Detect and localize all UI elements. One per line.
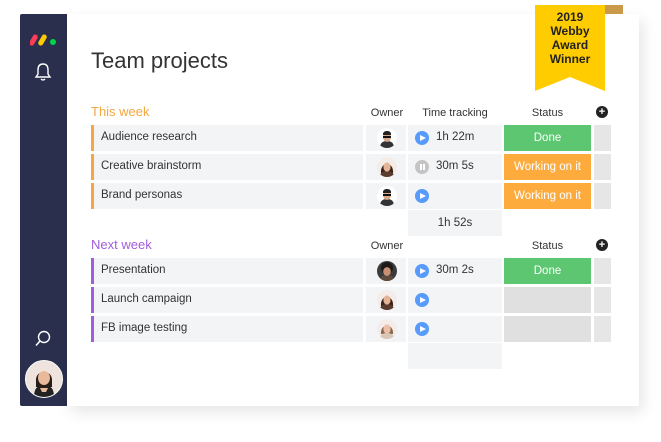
owner-avatar	[377, 319, 397, 339]
owner-cell[interactable]	[366, 316, 406, 342]
status-cell[interactable]	[504, 287, 591, 313]
time-total-cell	[408, 343, 502, 369]
column-status[interactable]: Status	[504, 107, 591, 119]
bell-icon[interactable]	[34, 62, 52, 82]
badge-line-year: 2019	[556, 10, 584, 24]
extra-cell[interactable]	[594, 316, 611, 342]
time-value: 1h 22m	[436, 131, 475, 143]
play-icon[interactable]	[415, 264, 429, 278]
add-column-button[interactable]: +	[596, 106, 608, 118]
owner-cell[interactable]	[366, 125, 406, 151]
item-name-cell[interactable]: Creative brainstorm	[91, 154, 363, 180]
play-icon[interactable]	[415, 189, 429, 203]
item-name-cell[interactable]: FB image testing	[91, 316, 363, 342]
search-icon[interactable]	[34, 330, 52, 348]
column-owner[interactable]: Owner	[366, 107, 408, 119]
owner-avatar	[377, 128, 397, 148]
owner-cell[interactable]	[366, 287, 406, 313]
owner-cell[interactable]	[366, 183, 406, 209]
status-cell[interactable]: Working on it	[504, 183, 591, 209]
group-color-bar	[91, 125, 94, 151]
time-tracking-cell[interactable]: 30m 5s	[408, 154, 502, 180]
owner-avatar	[377, 157, 397, 177]
item-name-cell[interactable]: Launch campaign	[91, 287, 363, 313]
group-color-bar	[91, 258, 94, 284]
time-tracking-cell[interactable]	[408, 183, 502, 209]
group-color-bar	[91, 154, 94, 180]
column-owner[interactable]: Owner	[366, 240, 408, 252]
badge-line-3: Winner	[549, 52, 591, 66]
owner-avatar	[377, 290, 397, 310]
play-icon[interactable]	[415, 131, 429, 145]
group-color-bar	[91, 183, 94, 209]
table-row[interactable]: Audience research 1h 22m Done	[91, 125, 611, 151]
item-name-cell[interactable]: Brand personas	[91, 183, 363, 209]
status-cell[interactable]: Done	[504, 125, 591, 151]
time-value: 30m 5s	[436, 160, 474, 172]
page-title: Team projects	[91, 48, 228, 73]
extra-cell[interactable]	[594, 125, 611, 151]
extra-cell[interactable]	[594, 154, 611, 180]
item-name-cell[interactable]: Presentation	[91, 258, 363, 284]
item-name: Audience research	[101, 131, 197, 143]
group-color-bar	[91, 316, 94, 342]
item-name: FB image testing	[101, 322, 188, 334]
play-icon[interactable]	[415, 293, 429, 307]
ribbon-fold	[605, 5, 623, 14]
column-time-tracking[interactable]: Time tracking	[408, 107, 502, 119]
extra-cell[interactable]	[594, 287, 611, 313]
monday-logo-icon[interactable]	[30, 32, 58, 46]
time-total-cell: 1h 52s	[408, 210, 502, 236]
column-status[interactable]: Status	[504, 240, 591, 252]
table-row[interactable]: Presentation 30m 2s Done	[91, 258, 611, 284]
status-cell[interactable]	[504, 316, 591, 342]
play-icon[interactable]	[415, 322, 429, 336]
extra-cell[interactable]	[594, 183, 611, 209]
group-title-next-week[interactable]: Next week	[91, 237, 152, 252]
item-name-cell[interactable]: Audience research	[91, 125, 363, 151]
item-name: Brand personas	[101, 189, 183, 201]
status-cell[interactable]: Done	[504, 258, 591, 284]
table-row[interactable]: FB image testing	[91, 316, 611, 342]
extra-cell[interactable]	[594, 258, 611, 284]
owner-cell[interactable]	[366, 154, 406, 180]
item-name: Launch campaign	[101, 293, 192, 305]
badge-line-1: Webby	[550, 24, 590, 38]
time-tracking-cell[interactable]: 30m 2s	[408, 258, 502, 284]
badge-line-2: Award	[551, 38, 589, 52]
owner-avatar	[377, 261, 397, 281]
user-avatar[interactable]	[25, 360, 63, 398]
table-row[interactable]: Creative brainstorm 30m 5s Working on it	[91, 154, 611, 180]
owner-cell[interactable]	[366, 258, 406, 284]
sidebar	[20, 14, 67, 406]
time-tracking-cell[interactable]	[408, 287, 502, 313]
add-column-button[interactable]: +	[596, 239, 608, 251]
group-title-this-week[interactable]: This week	[91, 104, 150, 119]
time-value: 30m 2s	[436, 264, 474, 276]
time-tracking-cell[interactable]: 1h 22m	[408, 125, 502, 151]
item-name: Creative brainstorm	[101, 160, 202, 172]
table-row[interactable]: Brand personas Working on it	[91, 183, 611, 209]
group-color-bar	[91, 287, 94, 313]
time-tracking-cell[interactable]	[408, 316, 502, 342]
status-cell[interactable]: Working on it	[504, 154, 591, 180]
pause-icon[interactable]	[415, 160, 429, 174]
owner-avatar	[377, 186, 397, 206]
table-row[interactable]: Launch campaign	[91, 287, 611, 313]
item-name: Presentation	[101, 264, 166, 276]
